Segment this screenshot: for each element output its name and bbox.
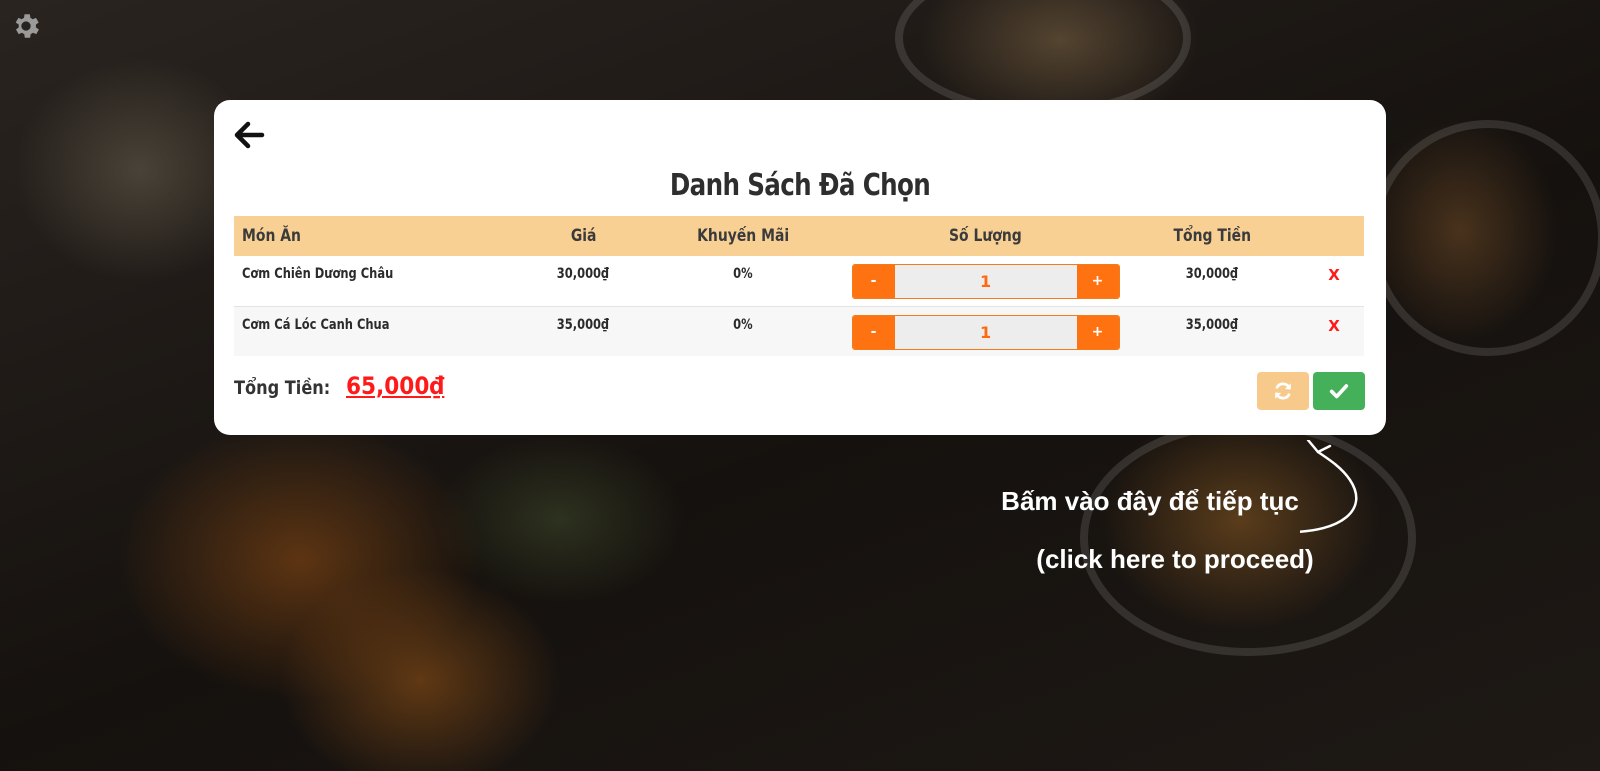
increase-quantity-button[interactable]: + — [1076, 265, 1119, 298]
item-price: 30,000₫ — [557, 266, 610, 282]
refresh-button[interactable] — [1257, 372, 1309, 410]
checkmark-icon — [1329, 384, 1349, 399]
increase-quantity-button[interactable]: + — [1076, 315, 1119, 349]
item-discount: 0% — [733, 266, 753, 282]
column-header-quantity: Số Lượng — [949, 226, 1022, 246]
total-amount: 65,000₫ — [345, 372, 445, 400]
decrease-quantity-button[interactable]: - — [852, 265, 895, 298]
column-header-remove — [1304, 216, 1364, 256]
bowl-decoration — [895, 0, 1191, 116]
quantity-cell: - 1 + — [851, 256, 1121, 306]
selected-items-modal: Danh Sách Đã Chọn Món Ăn Giá Khuyến Mãi … — [214, 100, 1386, 435]
modal-title: Danh Sách Đã Chọn — [669, 168, 931, 203]
decrease-quantity-button[interactable]: - — [852, 315, 895, 349]
table-row: Cơm Chiên Dương Châu 30,000₫ 0% - 1 + 30… — [234, 256, 1364, 306]
table-row: Cơm Cá Lóc Canh Chua 35,000₫ 0% - 1 + 35… — [234, 306, 1364, 356]
quantity-cell: - 1 + — [851, 306, 1121, 356]
refresh-icon — [1275, 382, 1291, 400]
proceed-hint-english: (click here to proceed) — [1036, 544, 1314, 574]
remove-item-button[interactable]: X — [1328, 317, 1340, 335]
order-total: Tổng Tiền: 65,000₫ — [234, 372, 455, 400]
column-header-price: Giá — [570, 226, 597, 246]
item-total: 35,000₫ — [1186, 316, 1239, 333]
item-name: Cơm Chiên Dương Châu — [242, 266, 394, 282]
item-name: Cơm Cá Lóc Canh Chua — [242, 316, 390, 333]
quantity-stepper: - 1 + — [851, 314, 1120, 350]
table-header-row: Món Ăn Giá Khuyến Mãi Số Lượng Tổng Tiền — [234, 216, 1364, 256]
selected-items-table: Món Ăn Giá Khuyến Mãi Số Lượng Tổng Tiền… — [234, 216, 1364, 356]
quantity-value: 1 — [894, 315, 1077, 349]
quantity-value: 1 — [894, 265, 1077, 298]
proceed-hint-vietnamese: Bấm vào đây để tiếp tục — [1001, 486, 1299, 516]
arrow-left-icon[interactable] — [232, 118, 266, 152]
bowl-decoration — [1370, 120, 1600, 356]
remove-cell: X — [1304, 306, 1364, 356]
column-header-total: Tổng Tiền — [1173, 226, 1252, 246]
remove-item-button[interactable]: X — [1328, 266, 1340, 284]
item-total: 30,000₫ — [1186, 266, 1239, 282]
total-label: Tổng Tiền: — [234, 377, 331, 399]
quantity-stepper: - 1 + — [851, 264, 1120, 299]
confirm-button[interactable] — [1313, 372, 1365, 410]
column-header-item: Món Ăn — [242, 226, 301, 246]
column-header-discount: Khuyến Mãi — [696, 226, 789, 246]
remove-cell: X — [1304, 256, 1364, 306]
item-discount: 0% — [733, 316, 753, 333]
gear-icon[interactable] — [10, 10, 42, 42]
item-price: 35,000₫ — [557, 316, 610, 333]
